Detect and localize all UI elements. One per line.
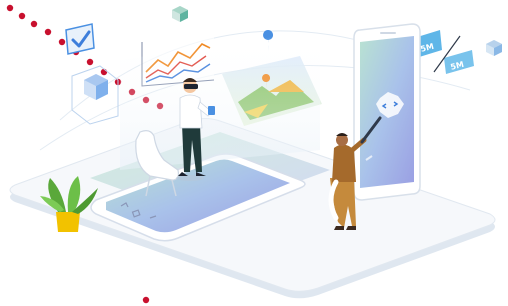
tablet-icon <box>208 106 215 115</box>
trail-dot <box>86 58 94 66</box>
trail-dot <box>44 28 52 36</box>
trail-dot <box>100 68 108 76</box>
cube-icon <box>486 40 502 56</box>
trail-dot <box>18 12 26 20</box>
ar-vr-illustration: 5M 5M <box>6 4 502 304</box>
trail-dot <box>142 296 150 304</box>
trail-dot <box>58 38 66 46</box>
standing-phone <box>353 23 421 201</box>
cube-icon <box>172 6 188 22</box>
sim-card-icon: 5M <box>444 50 474 74</box>
checkmark-icon <box>65 23 95 55</box>
chip-label: 5M <box>450 60 465 72</box>
trail-dot <box>6 4 14 12</box>
trail-dot <box>30 20 38 28</box>
vr-headset-icon <box>184 84 198 89</box>
cube-icon <box>71 65 119 125</box>
